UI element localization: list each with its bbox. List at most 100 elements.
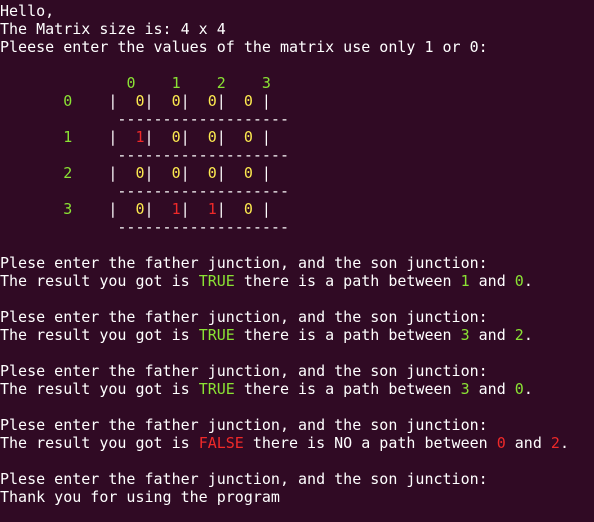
terminal-text-segment: Plese enter the father junction, and the… (0, 362, 488, 380)
terminal-output: Hello, The Matrix size is: 4 x 4 Pleese en… (0, 0, 594, 522)
terminal-line: 2 | 0| 0| 0| 0 | (0, 164, 271, 182)
terminal-text-segment: 2 (550, 434, 560, 452)
terminal-text-segment: and (469, 272, 515, 290)
terminal-text-segment: 1 (63, 128, 73, 146)
terminal-text-segment: | (252, 200, 271, 218)
terminal-line: Plese enter the father junction, and the… (0, 254, 488, 272)
terminal-text-segment: 1 (135, 128, 145, 146)
terminal-text-segment: 0 (171, 128, 181, 146)
terminal-line: Pleese enter the values of the matrix us… (0, 38, 488, 56)
terminal-text-segment: | (144, 128, 172, 146)
terminal-text-segment: | (72, 128, 136, 146)
terminal-text-segment: . (523, 326, 533, 344)
terminal-text-segment: 1 (171, 200, 181, 218)
terminal-text-segment: The result you got is (0, 272, 199, 290)
terminal-text-segment: | (72, 164, 136, 182)
terminal-text-segment: TRUE (198, 272, 235, 290)
terminal-text-segment: 3 (460, 326, 470, 344)
terminal-text-segment: | (180, 200, 208, 218)
terminal-text-segment: Plese enter the father junction, and the… (0, 416, 488, 434)
terminal-text-segment: | (216, 200, 244, 218)
terminal-line: ------------------- (0, 218, 289, 236)
terminal-line: 0 | 0| 0| 0| 0 | (0, 92, 271, 110)
terminal-line: 1 | 1| 0| 0| 0 | (0, 128, 271, 146)
terminal-text-segment: 2 (514, 326, 524, 344)
terminal-line: ------------------- (0, 146, 289, 164)
terminal-text-segment: | (72, 92, 136, 110)
terminal-text-segment: 0 (243, 128, 253, 146)
terminal-line: The result you got is FALSE there is NO … (0, 434, 569, 452)
terminal-text-segment: | (180, 92, 208, 110)
terminal-text-segment: there is a path between (234, 326, 461, 344)
terminal-text-segment: | (180, 164, 208, 182)
terminal-text-segment: 0 (207, 164, 217, 182)
terminal-text-segment: Hello, (0, 2, 55, 20)
terminal-text-segment: | (252, 128, 271, 146)
terminal-line: Thank you for using the program (0, 488, 280, 506)
terminal-text-segment: | (216, 164, 244, 182)
terminal-text-segment: TRUE (198, 326, 235, 344)
terminal-text-segment: 0 (496, 434, 506, 452)
terminal-text-segment: | (252, 92, 271, 110)
terminal-line: Plese enter the father junction, and the… (0, 362, 488, 380)
terminal-text-segment: 0 (135, 164, 145, 182)
terminal-text-segment: | (144, 200, 172, 218)
terminal-text-segment: and (505, 434, 551, 452)
terminal-text-segment: . (523, 272, 533, 290)
terminal-text-segment: | (180, 128, 208, 146)
terminal-text-segment: The result you got is (0, 434, 199, 452)
terminal-line: Plese enter the father junction, and the… (0, 416, 488, 434)
terminal-text-segment: The Matrix size is: 4 x 4 (0, 20, 226, 38)
terminal-text-segment: The result you got is (0, 380, 199, 398)
terminal-text-segment: 0 (135, 200, 145, 218)
terminal-line: Plese enter the father junction, and the… (0, 470, 488, 488)
terminal-text-segment: ------------------- (0, 110, 289, 128)
terminal-text-segment: | (216, 92, 244, 110)
terminal-text-segment: 0 (135, 92, 145, 110)
terminal-text-segment: FALSE (198, 434, 244, 452)
terminal-text-segment: Pleese enter the values of the matrix us… (0, 38, 488, 56)
terminal-text-segment: 1 (207, 200, 217, 218)
terminal-text-segment: 0 (514, 380, 524, 398)
terminal-text-segment: Plese enter the father junction, and the… (0, 308, 488, 326)
terminal-text-segment: | (144, 92, 172, 110)
terminal-text-segment: | (72, 200, 136, 218)
terminal-line: The result you got is TRUE there is a pa… (0, 380, 533, 398)
terminal-line: ------------------- (0, 182, 289, 200)
terminal-text-segment: Thank you for using the program (0, 488, 280, 506)
terminal-line: Plese enter the father junction, and the… (0, 308, 488, 326)
terminal-text-segment: there is a path between (234, 380, 461, 398)
terminal-text-segment: 3 (460, 380, 470, 398)
terminal-text-segment: 1 (460, 272, 470, 290)
terminal-text-segment: 1 (171, 74, 181, 92)
terminal-text-segment: there is a path between (234, 272, 461, 290)
terminal-line: ------------------- (0, 110, 289, 128)
terminal-text-segment: Plese enter the father junction, and the… (0, 254, 488, 272)
terminal-text-segment: 0 (171, 92, 181, 110)
terminal-text-segment: | (252, 164, 271, 182)
terminal-text-segment: ------------------- (0, 218, 289, 236)
terminal-text-segment: 0 (207, 92, 217, 110)
terminal-text-segment: 0 (207, 128, 217, 146)
terminal-text-segment: | (216, 128, 244, 146)
terminal-text-segment: 0 (243, 200, 253, 218)
terminal-text-segment: and (469, 380, 515, 398)
terminal-text-segment: . (523, 380, 533, 398)
terminal-line: Hello, (0, 2, 54, 20)
terminal-text-segment: 0 (243, 92, 253, 110)
terminal-line: The result you got is TRUE there is a pa… (0, 272, 533, 290)
terminal-line: The Matrix size is: 4 x 4 (0, 20, 226, 38)
terminal-line: The result you got is TRUE there is a pa… (0, 326, 533, 344)
terminal-text-segment: 2 (63, 164, 73, 182)
terminal-text-segment: and (469, 326, 515, 344)
terminal-text-segment: 0 (243, 164, 253, 182)
terminal-text-segment: 0 (171, 164, 181, 182)
terminal-text-segment: 3 (261, 74, 271, 92)
